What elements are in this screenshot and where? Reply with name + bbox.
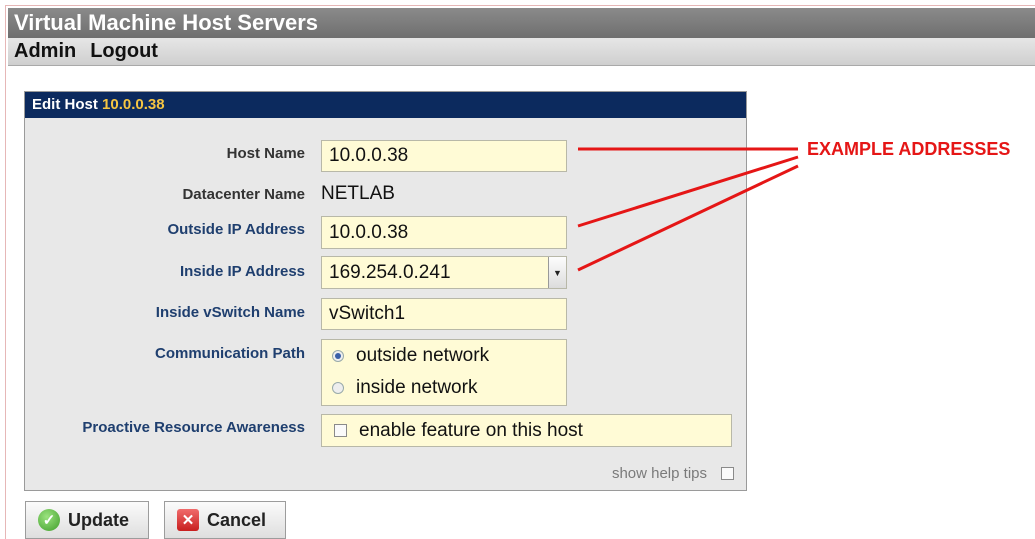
annotation-lines bbox=[577, 147, 799, 272]
annotation-line-inside-ip bbox=[577, 164, 799, 272]
annotation-line-outside-ip bbox=[577, 155, 799, 228]
example-addresses-annotation: EXAMPLE ADDRESSES bbox=[807, 139, 1011, 159]
